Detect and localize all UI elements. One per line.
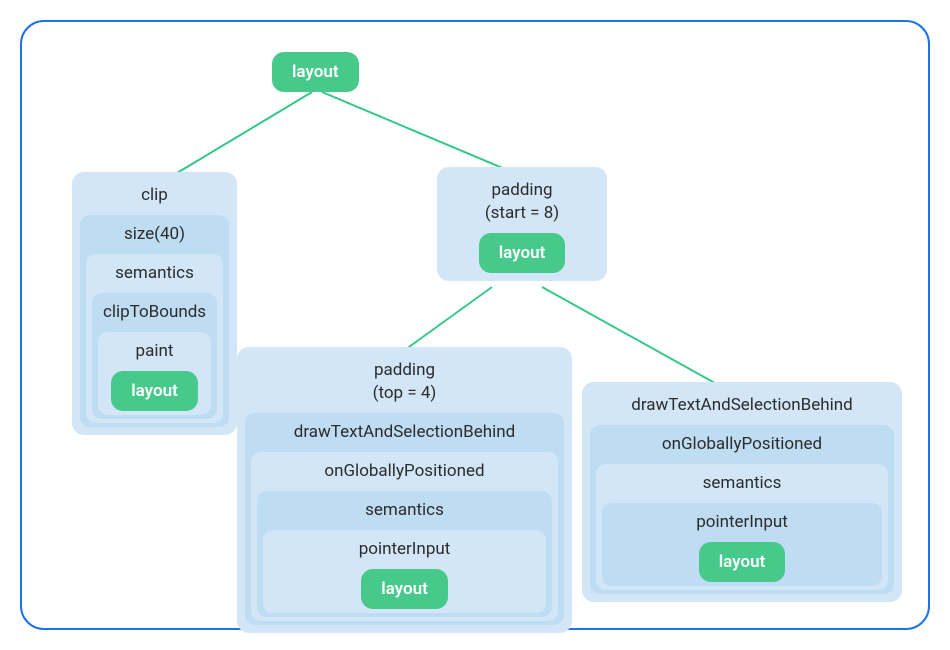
modifier-layer: semantics clipToBounds paint layout [86, 254, 223, 423]
modifier-layer: onGloballyPositioned semantics pointerIn… [590, 425, 894, 594]
root-node: layout [272, 52, 359, 92]
modifier-label: pointerInput [351, 534, 459, 565]
modifier-label: size(40) [116, 219, 193, 250]
leaf-right-node: drawTextAndSelectionBehind onGloballyPos… [582, 382, 902, 602]
layout-chip: layout [111, 371, 198, 411]
modifier-label: padding (top = 4) [365, 355, 445, 409]
layout-chip: layout [699, 542, 786, 582]
modifier-label: paint [128, 336, 182, 367]
edge-root-mid [322, 92, 512, 172]
modifier-label: semantics [357, 495, 452, 526]
modifier-label: onGloballyPositioned [654, 429, 830, 460]
layout-chip: layout [479, 233, 566, 273]
modifier-layer: pointerInput layout [263, 530, 546, 613]
edge-mid-leafL [402, 287, 492, 352]
modifier-layer: paint layout [98, 332, 211, 415]
mid-node: padding (start = 8) layout [437, 167, 607, 281]
layout-chip: layout [361, 569, 448, 609]
modifier-label: padding (start = 8) [477, 175, 567, 229]
modifier-layer: drawTextAndSelectionBehind onGloballyPos… [245, 413, 564, 625]
modifier-layer: onGloballyPositioned semantics pointerIn… [251, 452, 558, 621]
diagram-frame: layout clip size(40) semantics clipToBou… [20, 20, 930, 630]
modifier-label: drawTextAndSelectionBehind [623, 390, 860, 421]
modifier-label: semantics [107, 258, 202, 289]
leaf-left-node: padding (top = 4) drawTextAndSelectionBe… [237, 347, 572, 633]
modifier-label: onGloballyPositioned [316, 456, 492, 487]
modifier-label: pointerInput [688, 507, 796, 538]
modifier-layer: pointerInput layout [602, 503, 882, 586]
edge-root-left [162, 92, 312, 182]
modifier-layer: semantics pointerInput layout [257, 491, 552, 617]
left-node: clip size(40) semantics clipToBounds pai… [72, 172, 237, 435]
modifier-layer: size(40) semantics clipToBounds paint la… [80, 215, 229, 427]
modifier-label: clipToBounds [95, 297, 214, 328]
modifier-layer: clipToBounds paint layout [92, 293, 217, 419]
modifier-layer: semantics pointerInput layout [596, 464, 888, 590]
modifier-label: drawTextAndSelectionBehind [286, 417, 523, 448]
modifier-label: clip [133, 180, 176, 211]
modifier-label: semantics [695, 468, 790, 499]
